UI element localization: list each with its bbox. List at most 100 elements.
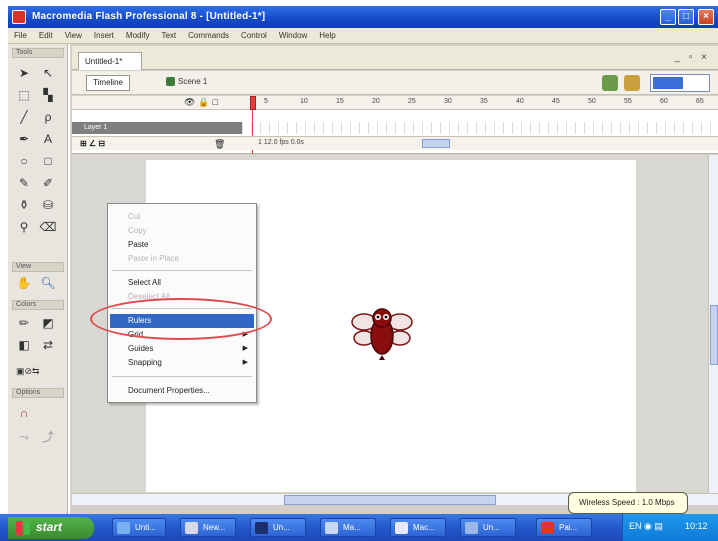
menu-help[interactable]: Help: [313, 28, 341, 40]
paint-bucket-tool-icon[interactable]: ⛁: [38, 196, 58, 214]
window-titlebar[interactable]: Macromedia Flash Professional 8 - [Untit…: [8, 6, 718, 28]
wireless-speed-balloon[interactable]: Wireless Speed : 1.0 Mbps: [568, 492, 688, 521]
free-transform-tool-icon[interactable]: ⬚: [14, 86, 34, 104]
add-layer-icons[interactable]: ⊞ ∠ ⊟: [80, 139, 105, 148]
tray-icons[interactable]: EN ◉ ▤: [629, 521, 663, 532]
vertical-scrollbar[interactable]: [708, 155, 718, 493]
smooth-icon[interactable]: ⤳: [14, 428, 34, 446]
text-tool-icon[interactable]: A: [38, 130, 58, 148]
taskbar-item[interactable]: Un...: [460, 518, 516, 537]
menu-item-paste[interactable]: Paste: [110, 238, 254, 252]
layer-name[interactable]: Layer 1: [72, 122, 242, 134]
scene-icon: [166, 77, 175, 86]
timeline-panel: 👁︎🔒□ 5 10 15 20 25 30 35 40 45 50 55 60 …: [72, 96, 718, 154]
menu-modify[interactable]: Modify: [120, 28, 156, 40]
arrow-tool-icon[interactable]: ➤: [14, 64, 34, 82]
taskbar-item[interactable]: Unti...: [112, 518, 166, 537]
close-button[interactable]: ×: [698, 9, 714, 25]
eraser-tool-icon[interactable]: ⌫: [38, 218, 58, 236]
menu-file[interactable]: File: [8, 28, 33, 40]
eyedropper-tool-icon[interactable]: ⚲: [14, 218, 34, 236]
highlight-ellipse-annotation: [90, 298, 272, 340]
taskbar-item[interactable]: New...: [180, 518, 236, 537]
menu-window[interactable]: Window: [273, 28, 313, 40]
menu-separator: [112, 376, 252, 377]
hand-tool-icon[interactable]: ✋: [14, 274, 34, 292]
document-window-controls[interactable]: _ ▫ ×: [674, 52, 710, 63]
tools-header: Tools: [12, 48, 64, 58]
colors-header: Colors: [12, 300, 64, 310]
frame-number: 60: [660, 98, 668, 105]
stroke-color-icon[interactable]: ✏: [14, 314, 34, 332]
subselect-tool-icon[interactable]: ↖: [38, 64, 58, 82]
frame-number: 25: [408, 98, 416, 105]
oval-tool-icon[interactable]: ○: [14, 152, 34, 170]
menu-item-guides[interactable]: Guides ▶: [110, 342, 254, 356]
menu-item-snapping[interactable]: Snapping ▶: [110, 356, 254, 370]
layer-row[interactable]: Layer 1: [72, 122, 718, 134]
zoom-tool-icon[interactable]: 🔍︎: [38, 274, 58, 292]
snap-magnet-icon[interactable]: ∩: [14, 404, 34, 422]
straighten-icon[interactable]: ⤴: [38, 428, 58, 446]
taskbar-item-label: Pai...: [559, 523, 578, 532]
window-title: Macromedia Flash Professional 8 - [Untit…: [32, 11, 266, 22]
menu-item-document-properties[interactable]: Document Properties...: [110, 384, 254, 398]
submenu-arrow-icon: ▶: [242, 345, 248, 352]
menu-edit[interactable]: Edit: [33, 28, 59, 40]
menu-view[interactable]: View: [59, 28, 88, 40]
timeline-status-bar: ⊞ ∠ ⊟ 🗑︎ 1 12.0 fps 0.0s: [72, 136, 718, 150]
layer-visibility-lock-outline-icons[interactable]: 👁︎🔒□: [184, 97, 221, 108]
menu-item-copy[interactable]: Copy: [110, 224, 254, 238]
frame-number: 20: [372, 98, 380, 105]
no-color-icon[interactable]: ▣⊘⇆: [16, 362, 40, 380]
zoom-select[interactable]: [650, 74, 710, 92]
menu-item-cut[interactable]: Cut: [110, 210, 254, 224]
taskbar-item-label: Mac...: [413, 523, 435, 532]
window-icon: [395, 522, 408, 534]
rectangle-tool-icon[interactable]: □: [38, 152, 58, 170]
menu-commands[interactable]: Commands: [182, 28, 235, 40]
edit-symbol-icon[interactable]: [624, 75, 640, 91]
document-tab[interactable]: Untitled-1*: [78, 52, 142, 70]
menu-insert[interactable]: Insert: [88, 28, 120, 40]
menu-item-select-all[interactable]: Select All: [110, 276, 254, 290]
start-label: start: [36, 520, 63, 534]
taskbar-item[interactable]: Un...: [250, 518, 306, 537]
swap-colors-icon[interactable]: ⇄: [38, 336, 58, 354]
frame-number: 45: [552, 98, 560, 105]
fill-color-icon[interactable]: ◩: [38, 314, 58, 332]
lasso-tool-icon[interactable]: ρ: [38, 108, 58, 126]
pencil-tool-icon[interactable]: ✎: [14, 174, 34, 192]
black-white-icon[interactable]: ◧: [14, 336, 34, 354]
pen-tool-icon[interactable]: ✒: [14, 130, 34, 148]
taskbar-item-label: Ma...: [343, 523, 361, 532]
frame-number: 40: [516, 98, 524, 105]
delete-layer-icon[interactable]: 🗑︎: [214, 139, 225, 150]
menu-bar: File Edit View Insert Modify Text Commands Cont…: [8, 28, 718, 44]
timeline-toggle-button[interactable]: Timeline: [86, 75, 130, 91]
window-icon: [541, 522, 554, 534]
window-icon: [325, 522, 338, 534]
window-icon: [465, 522, 478, 534]
ink-bottle-tool-icon[interactable]: ⚱: [14, 196, 34, 214]
taskbar-item[interactable]: Pai...: [536, 518, 592, 537]
bee-graphic[interactable]: [350, 302, 414, 364]
brush-tool-icon[interactable]: ✐: [38, 174, 58, 192]
window-icon: [185, 522, 198, 534]
taskbar-item-label: Unti...: [135, 523, 156, 532]
start-button[interactable]: start: [8, 517, 94, 539]
menu-item-paste-in-place[interactable]: Paste in Place: [110, 252, 254, 266]
menu-control[interactable]: Control: [235, 28, 273, 40]
menu-text[interactable]: Text: [155, 28, 182, 40]
minimize-button[interactable]: _: [660, 9, 676, 25]
taskbar-item[interactable]: Mac...: [390, 518, 446, 537]
edit-bar: Timeline Scene 1: [72, 71, 718, 95]
edit-scene-icon[interactable]: [602, 75, 618, 91]
timeline-scroll-thumb[interactable]: [422, 139, 450, 148]
maximize-button[interactable]: □: [678, 9, 694, 25]
tray-clock[interactable]: 10:12: [685, 521, 708, 531]
taskbar-item[interactable]: Ma...: [320, 518, 376, 537]
fill-transform-tool-icon[interactable]: ▚: [38, 86, 58, 104]
line-tool-icon[interactable]: ╱: [14, 108, 34, 126]
menu-item-guides-label: Guides: [128, 344, 154, 353]
